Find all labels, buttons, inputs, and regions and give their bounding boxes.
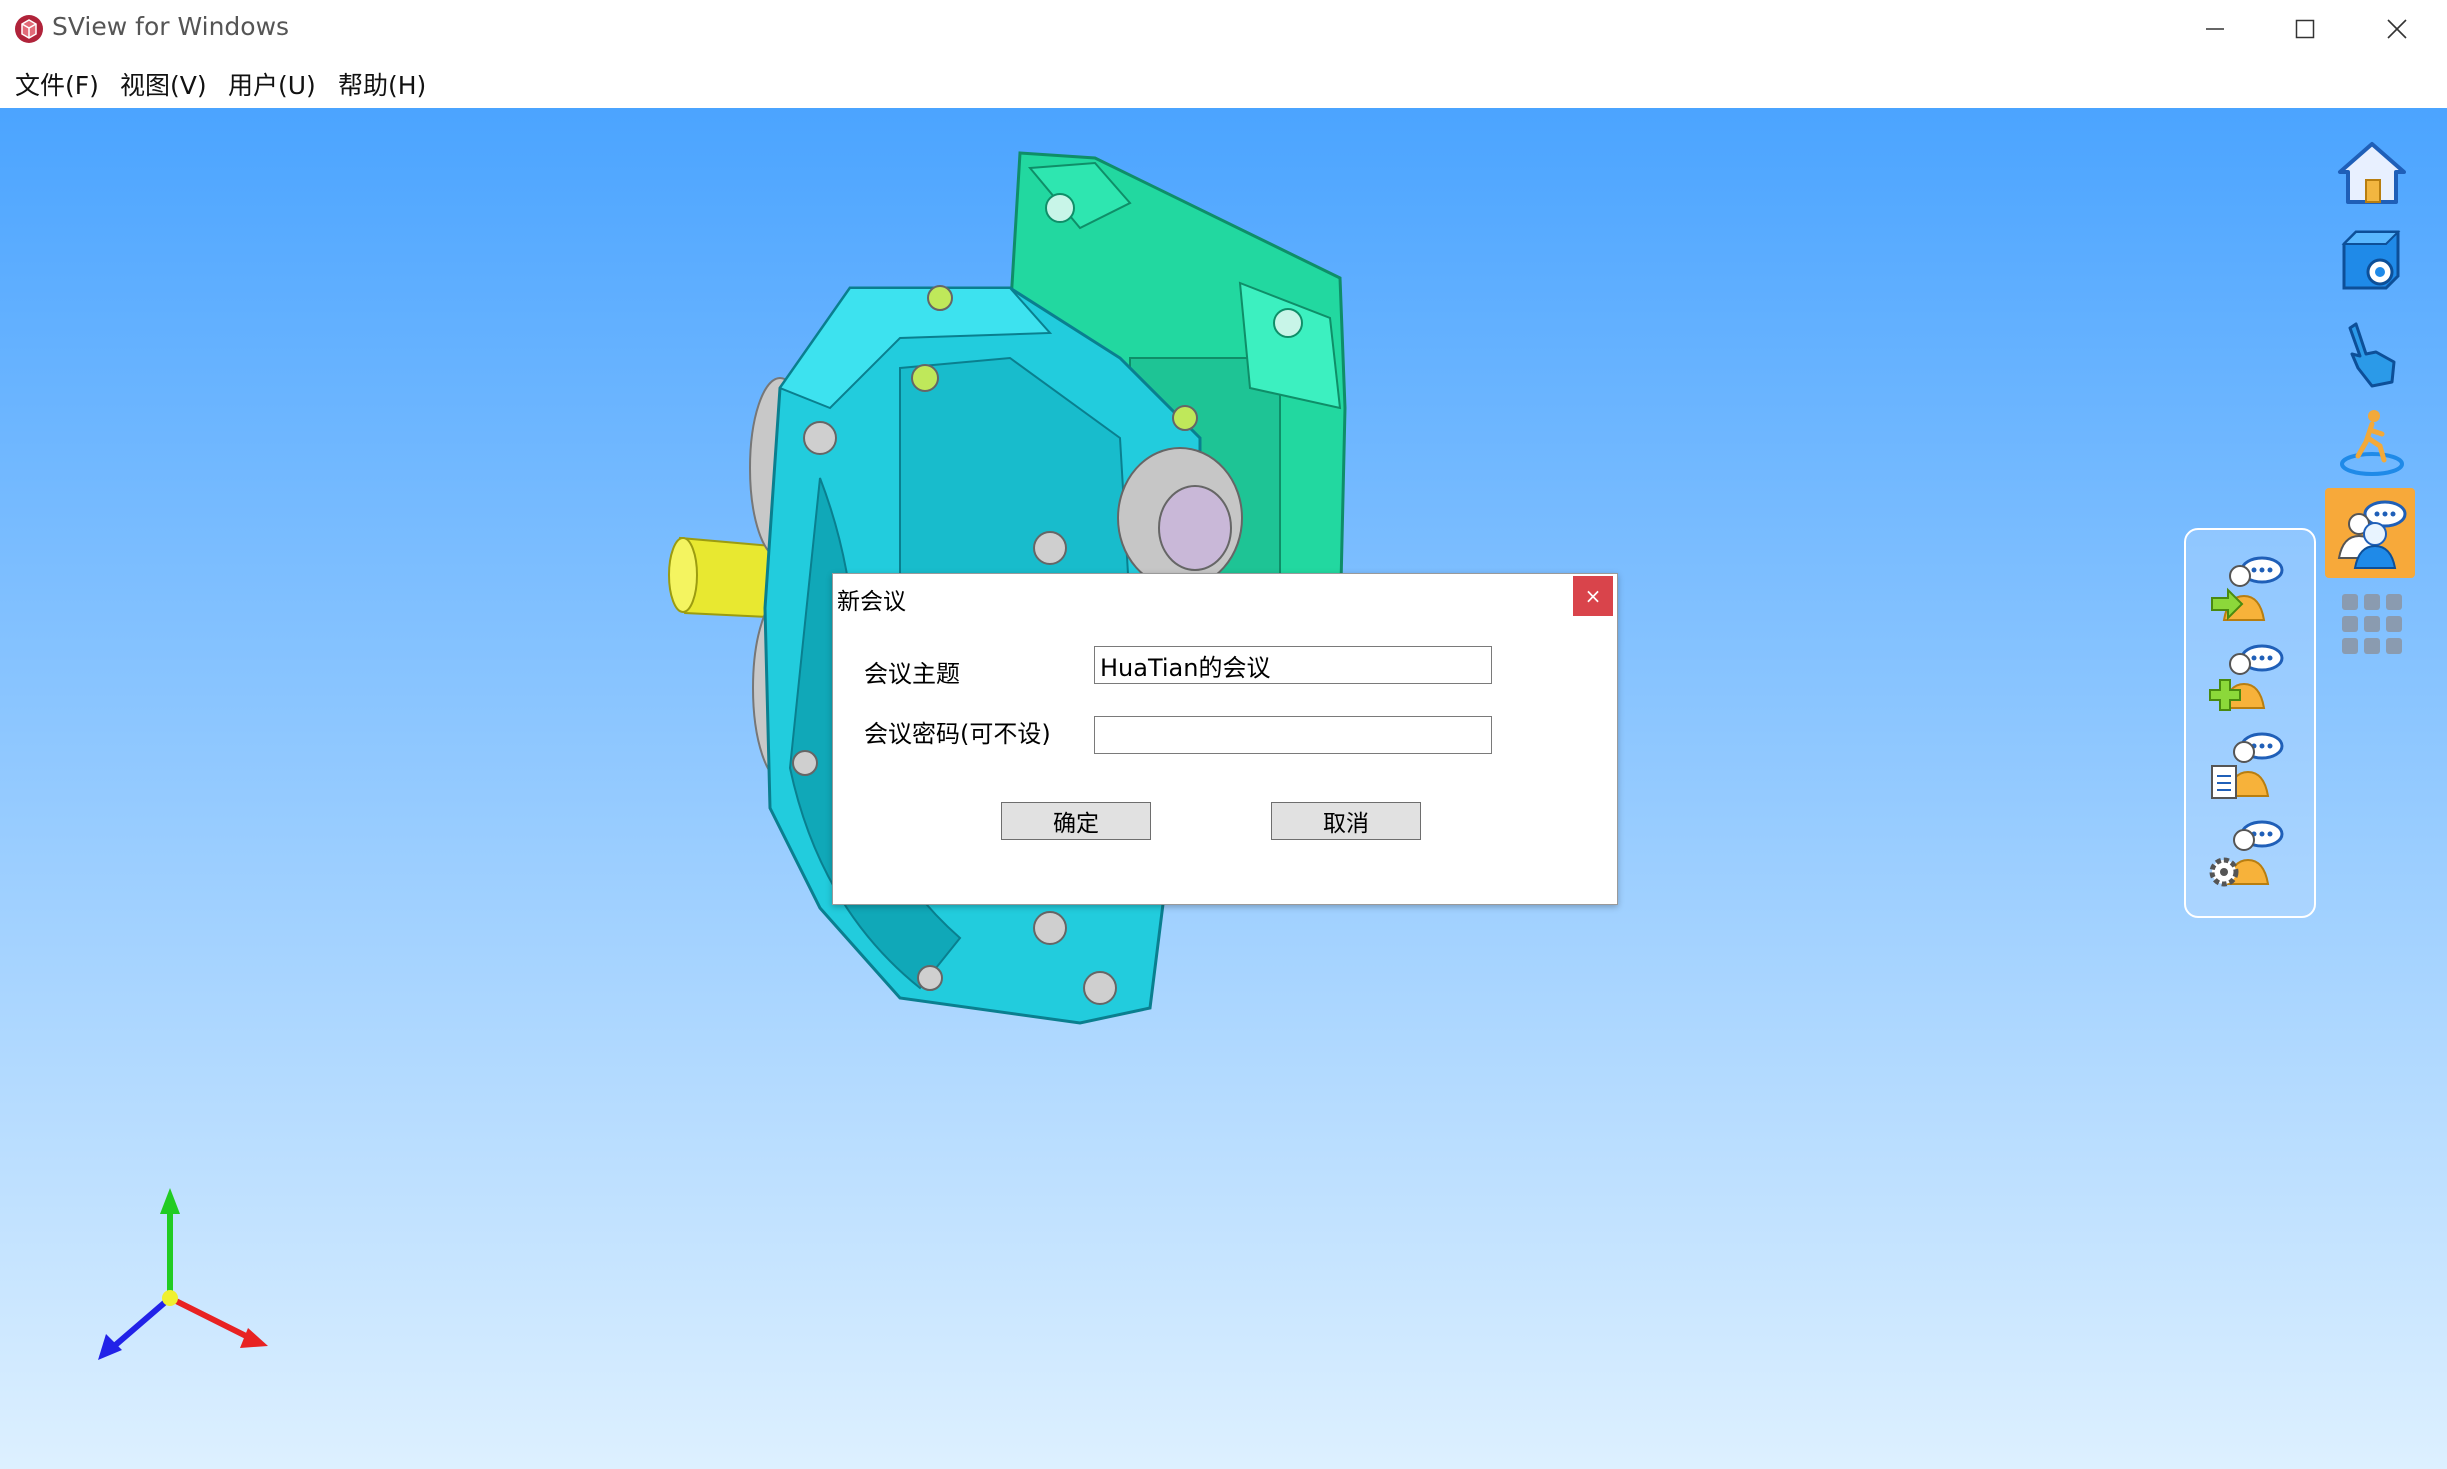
minimize-icon xyxy=(2206,27,2224,30)
sview-logo-icon xyxy=(15,15,43,43)
dialog-close-button[interactable]: × xyxy=(1573,576,1613,616)
menu-help[interactable]: 帮助(H) xyxy=(338,66,426,102)
meeting-settings-icon[interactable] xyxy=(2208,814,2286,892)
ok-button[interactable]: 确定 xyxy=(1001,802,1151,840)
close-window-button[interactable] xyxy=(2352,0,2442,57)
menu-bar: 文件(F) 视图(V) 用户(U) 帮助(H) xyxy=(0,57,2447,109)
hand-pointer-icon[interactable] xyxy=(2336,318,2408,390)
app-grid-icon[interactable] xyxy=(2336,588,2408,660)
cancel-button[interactable]: 取消 xyxy=(1271,802,1421,840)
title-bar: SView for Windows xyxy=(0,0,2447,57)
menu-user[interactable]: 用户(U) xyxy=(228,66,316,102)
dialog-title: 新会议 xyxy=(837,589,906,615)
axis-triad-icon xyxy=(98,1188,268,1360)
window-title: SView for Windows xyxy=(52,12,290,41)
model-settings-icon[interactable] xyxy=(2336,226,2408,298)
maximize-button[interactable] xyxy=(2260,0,2350,57)
meeting-password-label: 会议密码(可不设) xyxy=(864,720,1051,748)
meeting-topic-input[interactable] xyxy=(1094,646,1492,684)
home-icon[interactable] xyxy=(2336,138,2408,210)
maximize-icon xyxy=(2295,19,2315,38)
minimize-button[interactable] xyxy=(2170,0,2260,57)
close-icon xyxy=(2387,18,2407,39)
menu-view[interactable]: 视图(V) xyxy=(120,66,207,102)
meeting-button-active[interactable] xyxy=(2325,488,2415,578)
meeting-icon xyxy=(2337,500,2407,569)
meeting-topic-label: 会议主题 xyxy=(864,660,960,688)
meeting-notes-icon[interactable] xyxy=(2208,726,2286,804)
app-window: SView for Windows 文件(F) 视图(V) 用户(U) 帮助(H… xyxy=(0,0,2447,1469)
join-meeting-icon[interactable] xyxy=(2208,550,2286,628)
walk-mode-icon[interactable] xyxy=(2336,406,2408,478)
menu-file[interactable]: 文件(F) xyxy=(15,66,99,102)
meeting-password-input[interactable] xyxy=(1094,716,1492,754)
new-meeting-dialog: 新会议 × 会议主题 会议密码(可不设) 确定 取消 xyxy=(832,573,1618,905)
create-meeting-icon[interactable] xyxy=(2208,638,2286,716)
collaboration-panel xyxy=(2184,528,2316,918)
